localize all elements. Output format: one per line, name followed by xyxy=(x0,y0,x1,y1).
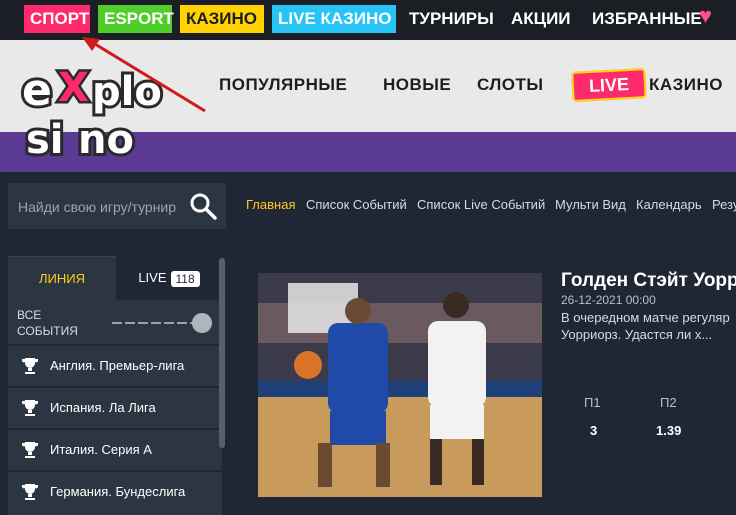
odds-value-p1[interactable]: 3 xyxy=(590,423,597,438)
search-icon[interactable] xyxy=(188,191,218,221)
sidebar-league[interactable]: Италия. Серия А xyxy=(8,428,222,470)
odds-header-p1: П1 xyxy=(584,395,601,410)
pointer-arrow xyxy=(82,37,206,113)
heart-icon[interactable]: ♥ xyxy=(699,5,721,27)
all-events-toggle-track[interactable] xyxy=(112,322,200,324)
event-image[interactable] xyxy=(258,273,542,497)
topnav-esport[interactable]: ESPORT xyxy=(98,5,174,33)
subnav-results[interactable]: Резу xyxy=(712,197,736,213)
all-events-toggle-row: ВСЕ СОБЫТИЯ xyxy=(8,300,222,344)
nav-new[interactable]: НОВЫЕ xyxy=(383,70,451,100)
sidebar-league[interactable]: Германия. Бундеслига xyxy=(8,470,222,512)
trophy-icon xyxy=(22,442,38,458)
trophy-icon xyxy=(22,400,38,416)
subnav-home[interactable]: Главная xyxy=(246,197,295,213)
topnav-live-casino[interactable]: LIVE КАЗИНО xyxy=(272,5,396,33)
sidebar-league[interactable]: Англия. Премьер-лига xyxy=(8,344,222,386)
live-badge[interactable]: LIVE xyxy=(571,68,647,102)
nav-popular[interactable]: ПОПУЛЯРНЫЕ xyxy=(219,70,347,100)
odds-header-p2: П2 xyxy=(660,395,677,410)
subnav-events[interactable]: Список Событий xyxy=(306,197,407,213)
tab-live-label: LIVE xyxy=(138,270,167,285)
search-input[interactable] xyxy=(16,193,188,221)
odds-value-p2[interactable]: 1.39 xyxy=(656,423,681,438)
nav-slots[interactable]: СЛОТЫ xyxy=(477,70,544,100)
all-events-label: ВСЕ СОБЫТИЯ xyxy=(17,307,97,339)
sidebar-league[interactable]: Испания. Ла Лига xyxy=(8,386,222,428)
event-title[interactable]: Голден Стэйт Уорр xyxy=(561,270,736,292)
league-label: Англия. Премьер-лига xyxy=(50,358,185,373)
topnav-casino[interactable]: КАЗИНО xyxy=(180,5,264,33)
trophy-icon xyxy=(22,358,38,374)
subnav-live-events[interactable]: Список Live Событий xyxy=(417,197,545,213)
all-events-toggle-knob[interactable] xyxy=(192,313,212,333)
all-events-label-line2: СОБЫТИЯ xyxy=(17,324,78,338)
subnav-calendar[interactable]: Календарь xyxy=(636,197,702,213)
tab-line[interactable]: ЛИНИЯ xyxy=(8,256,116,300)
svg-text:e: e xyxy=(22,65,52,116)
nav-live-casino[interactable]: КАЗИНО xyxy=(649,70,723,100)
subnav-multiview[interactable]: Мульти Вид xyxy=(555,197,626,213)
topnav-sport[interactable]: СПОРТ xyxy=(24,5,90,33)
league-label: Германия. Бундеслига xyxy=(50,484,186,499)
trophy-icon xyxy=(22,484,38,500)
league-label: Италия. Серия А xyxy=(50,442,152,457)
tab-live[interactable]: LIVE 118 xyxy=(116,256,222,300)
all-events-label-line1: ВСЕ xyxy=(17,308,42,322)
svg-text:si: si xyxy=(26,117,64,163)
svg-text:no: no xyxy=(78,117,134,163)
event-description: В очередном матче регуляр Уорриорз. Удас… xyxy=(561,310,730,342)
event-date: 26-12-2021 00:00 xyxy=(561,293,656,307)
live-count-badge: 118 xyxy=(170,270,200,287)
topnav-favorites[interactable]: ИЗБРАННЫЕ xyxy=(586,5,702,33)
topnav-promotions[interactable]: АКЦИИ xyxy=(505,5,581,33)
sidebar-scrollbar[interactable] xyxy=(219,258,225,448)
sidebar: ЛИНИЯ LIVE 118 ВСЕ СОБЫТИЯ Англия. Премье… xyxy=(8,256,222,515)
search-box xyxy=(8,183,226,229)
topnav-tournaments[interactable]: ТУРНИРЫ xyxy=(403,5,497,33)
league-label: Испания. Ла Лига xyxy=(50,400,156,415)
